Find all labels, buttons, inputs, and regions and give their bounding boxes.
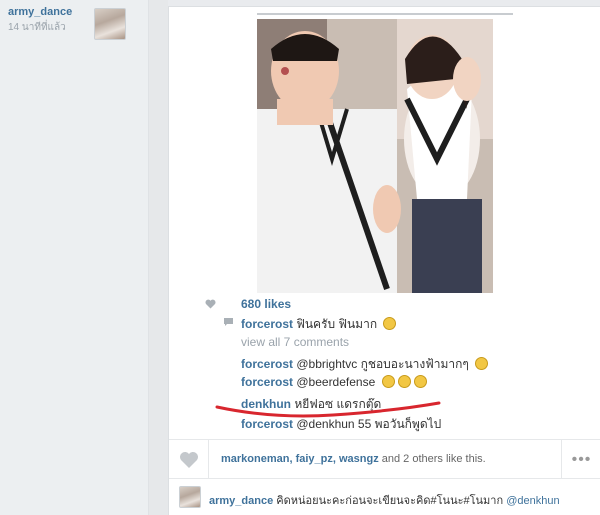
grin-emoji-icon: [413, 375, 427, 388]
post-card: 680 likes forcerost ฟินครับ ฟินมาก view …: [168, 6, 600, 515]
heart-icon: [179, 452, 198, 468]
post-actions-bar: markoneman, faiy_pz, wasngz and 2 others…: [169, 439, 600, 480]
comment-text: ฟินครับ ฟินมาก: [296, 317, 378, 331]
screenshot-top-border: [257, 13, 513, 15]
likers-rest: and 2 others like this.: [378, 453, 486, 465]
likers-summary: markoneman, faiy_pz, wasngz and 2 others…: [221, 453, 486, 465]
caption-row: army_dance คิดหน่อยนะคะก่อนจะเขียนจะคิด#…: [169, 479, 600, 515]
grin-emoji-icon: [383, 317, 397, 330]
caption-username[interactable]: army_dance: [209, 495, 273, 507]
grin-emoji-icon: [381, 375, 395, 388]
comment-text: @beerdefense: [296, 375, 376, 389]
comment-row: forcerost @bbrightvc กูชอบอะนางฟ้ามากๆ: [241, 355, 489, 374]
view-all-comments-label: view all 7 comments: [241, 335, 350, 349]
grin-emoji-icon: [475, 357, 489, 370]
comment-text: @bbrightvc กูชอบอะนางฟ้ามากๆ: [296, 357, 469, 371]
likes-count-row: 680 likes: [205, 297, 292, 311]
comment-row: forcerost @beerdefense: [241, 375, 427, 389]
more-options-button[interactable]: •••: [561, 440, 600, 480]
caption-avatar[interactable]: [179, 486, 201, 508]
selfie-illustration: [257, 19, 493, 293]
post-timestamp: 14 นาทีที่แล้ว: [8, 22, 66, 33]
comment-username: forcerost: [241, 375, 294, 389]
red-annotation-underline: [215, 401, 441, 418]
more-options-icon: •••: [571, 451, 592, 468]
grin-emoji-icon: [397, 375, 411, 388]
comment-row: forcerost ฟินครับ ฟินมาก: [224, 315, 397, 334]
view-all-comments: view all 7 comments: [241, 335, 349, 349]
like-button[interactable]: [169, 440, 209, 480]
likers-names[interactable]: markoneman, faiy_pz, wasngz: [221, 453, 379, 465]
comment-username: forcerost: [241, 357, 294, 371]
column-divider: [148, 0, 168, 515]
caption-mention[interactable]: @denkhun: [506, 495, 559, 507]
caption-text: army_dance คิดหน่อยนะคะก่อนจะเขียนจะคิด#…: [209, 491, 560, 509]
likes-count: 680 likes: [241, 297, 292, 311]
selfie-picture: [257, 19, 493, 293]
comment-username: forcerost: [241, 317, 294, 331]
poster-avatar[interactable]: [94, 8, 126, 40]
post-photo[interactable]: 680 likes forcerost ฟินครับ ฟินมาก view …: [169, 7, 600, 439]
heart-icon: [205, 299, 216, 309]
caption-body: คิดหน่อยนะคะก่อนจะเขียนจะคิด#โนนะ#โนมาก: [273, 495, 507, 507]
comment-bubble-icon: [224, 318, 233, 326]
poster-username[interactable]: army_dance: [8, 6, 72, 18]
left-column: army_dance 14 นาทีที่แล้ว: [0, 0, 148, 515]
